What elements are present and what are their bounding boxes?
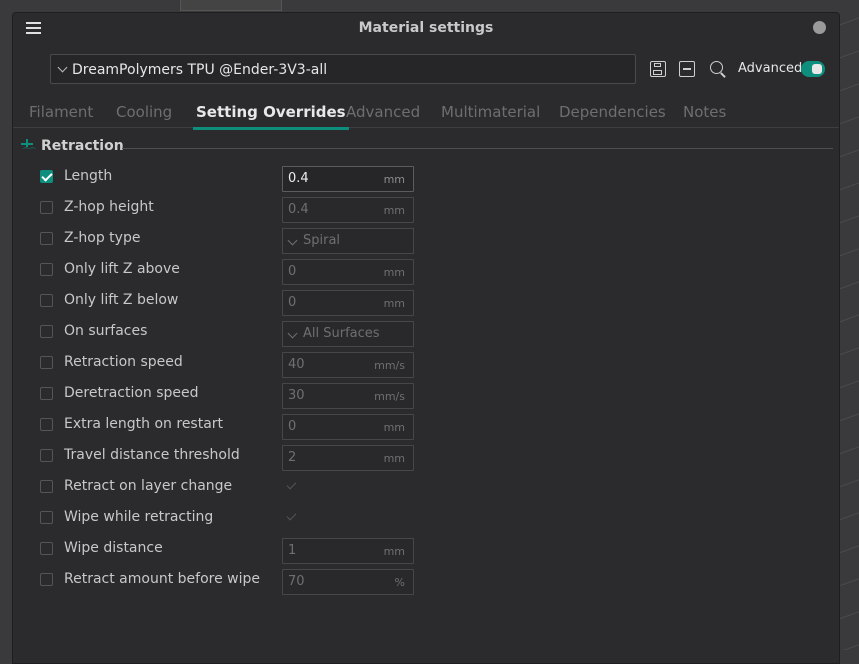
tab-multimaterial[interactable]: Multimaterial [441,103,540,121]
setting-label: Z-hop height [64,199,154,215]
setting-label: Travel distance threshold [64,447,240,463]
setting-label: Wipe distance [64,540,163,556]
setting-label: Extra length on restart [64,416,224,432]
setting-label: Deretraction speed [64,385,199,401]
title-bar: Material settings [13,13,839,44]
input-value: 0 [288,264,297,279]
override-checkbox[interactable] [40,511,53,524]
override-checkbox[interactable] [40,449,53,462]
setting-label: Wipe while retracting [64,509,214,525]
setting-label: Only lift Z above [64,261,180,277]
retract-on-layer-change-value-checkbox[interactable] [285,480,298,493]
input-value: 40 [288,357,305,372]
tab-dependencies[interactable]: Dependencies [559,103,666,121]
setting-label: Retract on layer change [64,478,233,494]
close-button[interactable] [813,21,826,34]
on-surfaces-select[interactable]: All Surfaces [282,321,414,347]
delete-preset-icon[interactable] [679,61,695,77]
background-window-edge [180,0,282,11]
unit-label: mm [383,297,405,310]
chevron-down-icon [287,235,298,246]
unit-label: mm [383,173,405,186]
window-title: Material settings [358,20,494,36]
setting-label: Z-hop type [64,230,141,246]
retract-amount-before-wipe-input[interactable]: 70% [282,569,414,595]
setting-label: Length [64,168,113,184]
tab-advanced[interactable]: Advanced [346,103,420,121]
input-value: 0.4 [288,171,309,186]
select-value: All Surfaces [303,326,380,341]
unit-label: mm/s [374,359,405,372]
override-checkbox[interactable] [40,480,53,493]
wipe-distance-input[interactable]: 1 mm [282,538,414,564]
input-value: 2 [288,450,297,465]
extra-length-on-restart-input[interactable]: 0 mm [282,414,414,440]
preset-name: DreamPolymers TPU @Ender-3V3-all [72,62,328,78]
input-value: 70 [288,574,305,589]
select-value: Spiral [303,233,341,248]
input-value: 0.4 [288,202,309,217]
only-lift-z-below-input[interactable]: 0 mm [282,290,414,316]
chevron-down-icon [57,62,68,73]
unit-label: mm [383,266,405,279]
input-value: 1 [288,543,297,558]
length-input[interactable]: 0.4 mm [282,166,414,192]
z-hop-height-input[interactable]: 0.4 mm [282,197,414,223]
unit-label: mm [383,421,405,434]
section-retraction: ⁀⁀ Retraction [19,137,833,157]
tab-setting-overrides[interactable]: Setting Overrides [193,103,349,130]
setting-label: Only lift Z below [64,292,179,308]
unit-label: % [394,576,405,589]
wipe-while-retracting-value-checkbox[interactable] [285,511,298,524]
retraction-speed-input[interactable]: 40 mm/s [282,352,414,378]
unit-label: mm [383,545,405,558]
unit-label: mm [383,204,405,217]
override-checkbox[interactable] [40,263,53,276]
deretraction-speed-input[interactable]: 30 mm/s [282,383,414,409]
setting-label: Retraction speed [64,354,183,370]
tab-filament[interactable]: Filament [29,103,93,121]
override-checkbox[interactable] [40,232,53,245]
section-title: Retraction [41,138,124,154]
material-settings-window: Material settings DreamPolymers TPU @End… [12,12,840,664]
tab-notes[interactable]: Notes [683,103,726,121]
z-hop-type-select[interactable]: Spiral [282,228,414,254]
override-checkbox[interactable] [40,201,53,214]
override-checkbox[interactable] [40,542,53,555]
input-value: 30 [288,388,305,403]
override-checkbox[interactable] [40,325,53,338]
input-value: 0 [288,295,297,310]
only-lift-z-above-input[interactable]: 0 mm [282,259,414,285]
travel-distance-threshold-input[interactable]: 2 mm [282,445,414,471]
advanced-label: Advanced [738,61,803,76]
section-divider [122,148,833,149]
setting-label: On surfaces [64,323,148,339]
unit-label: mm/s [374,390,405,403]
tab-cooling[interactable]: Cooling [116,103,172,121]
override-checkbox[interactable] [40,170,53,183]
chevron-down-icon [287,328,298,339]
override-checkbox[interactable] [40,294,53,307]
override-checkbox[interactable] [40,418,53,431]
preset-toolbar: DreamPolymers TPU @Ender-3V3-all Advance… [50,54,839,86]
override-checkbox[interactable] [40,573,53,586]
retraction-icon: ⁀⁀ [19,139,35,156]
preset-dropdown[interactable]: DreamPolymers TPU @Ender-3V3-all [50,54,636,84]
tab-bar: Filament Cooling Setting Overrides Advanced… [13,101,839,130]
setting-label: Retract amount before wipe [64,571,260,587]
override-checkbox[interactable] [40,387,53,400]
save-icon[interactable] [650,61,666,77]
override-checkbox[interactable] [40,356,53,369]
input-value: 0 [288,419,297,434]
advanced-toggle[interactable] [801,61,825,77]
search-icon[interactable] [710,61,726,78]
unit-label: mm [383,452,405,465]
